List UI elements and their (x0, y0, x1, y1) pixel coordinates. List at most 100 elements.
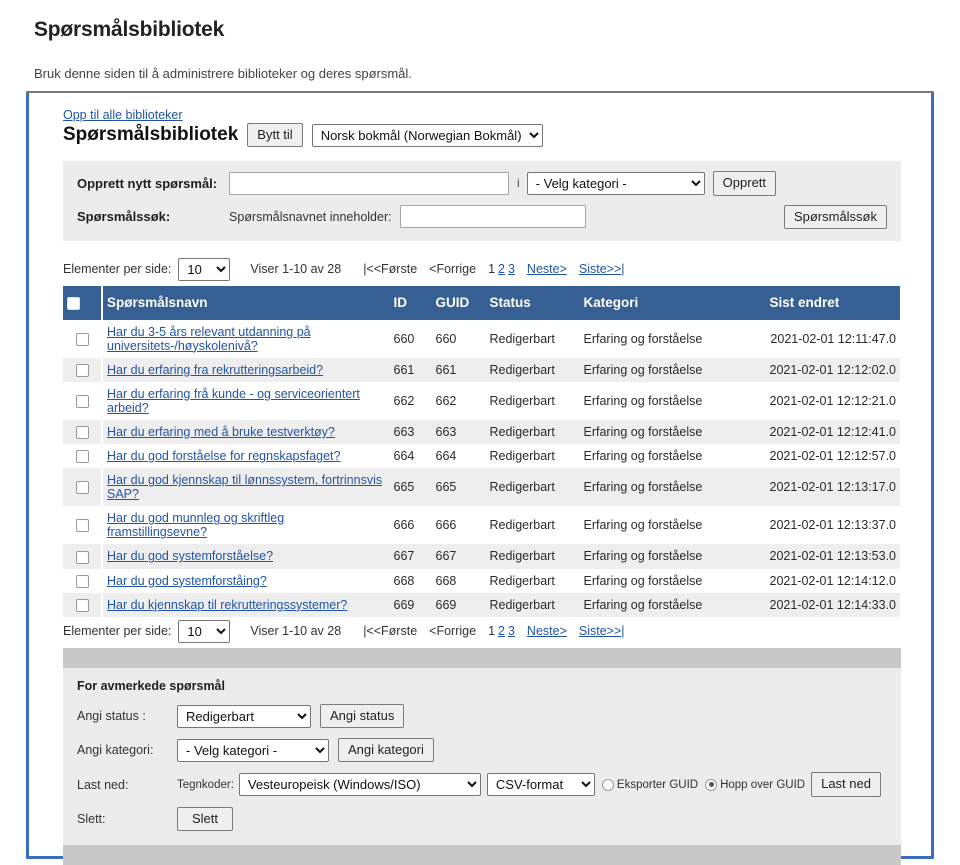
create-question-input[interactable] (229, 171, 509, 195)
question-guid-cell: 665 (435, 480, 457, 495)
row-select-checkbox[interactable] (75, 598, 89, 612)
question-category-cell: Erfaring og forståelse (583, 597, 703, 612)
bulk-actions-panel: For avmerkede spørsmål Angi status : Red… (63, 667, 901, 845)
showing-count-bottom: Viser 1-10 av 28 (250, 624, 342, 639)
row-select-checkbox[interactable] (75, 332, 89, 346)
question-id-cell: 661 (393, 362, 415, 377)
bulk-actions-title: For avmerkede spørsmål (77, 678, 225, 693)
row-select-cell (63, 568, 103, 593)
question-name-link[interactable]: Har du kjennskap til rekrutteringssystem… (107, 598, 347, 612)
question-name-link[interactable]: Har du erfaring med å bruke testverktøy? (107, 425, 335, 439)
question-name-link[interactable]: Har du god systemforståelse? (107, 549, 273, 563)
row-select-checkbox[interactable] (75, 363, 89, 377)
question-name-cell: Har du 3-5 års relevant utdanning på uni… (102, 320, 390, 358)
question-id-cell: 664 (393, 449, 415, 464)
per-page-select-top[interactable]: 10 (178, 257, 231, 281)
question-name-link[interactable]: Har du 3-5 års relevant utdanning på uni… (107, 325, 311, 353)
charset-label: Tegnkoder: (177, 778, 234, 791)
question-name-link[interactable]: Har du god systemforståing? (107, 574, 267, 588)
column-header-id[interactable]: ID (389, 285, 432, 320)
set-category-button[interactable]: Angi kategori (338, 738, 434, 763)
switch-to-button[interactable]: Bytt til (247, 123, 303, 148)
row-select-checkbox[interactable] (75, 550, 89, 564)
question-status-cell: Redigerbart (489, 597, 555, 612)
column-header-guid[interactable]: GUID (431, 285, 486, 320)
row-select-checkbox[interactable] (75, 519, 89, 533)
question-category-cell: Erfaring og forståelse (583, 518, 703, 533)
download-row: Last ned: Tegnkoder: Vesteuropeisk (Wind… (77, 772, 887, 797)
set-status-select[interactable]: Redigerbart (177, 704, 311, 728)
skip-guid-option[interactable]: Hopp over GUID (705, 778, 805, 791)
table-row: Har du erfaring med å bruke testverktøy?… (63, 419, 900, 445)
up-to-all-libraries-link[interactable]: Opp til alle biblioteker (63, 108, 183, 122)
page-number-3-top[interactable]: 3 (508, 262, 515, 276)
question-search-input[interactable] (399, 205, 586, 229)
export-guid-radio[interactable] (601, 778, 614, 791)
page-header: Spørsmålsbibliotek Bruk denne siden til … (0, 0, 960, 81)
per-page-label-top: Elementer per side: (63, 262, 172, 277)
download-button[interactable]: Last ned (811, 772, 881, 797)
set-status-button[interactable]: Angi status (320, 703, 405, 729)
format-select[interactable]: CSV-format (486, 773, 595, 797)
row-select-checkbox[interactable] (75, 574, 89, 588)
question-modified-cell: 2021-02-01 12:13:37.0 (769, 518, 897, 533)
question-category-cell: Erfaring og forståelse (583, 480, 703, 495)
create-category-select[interactable]: - Velg kategori - (526, 171, 705, 195)
language-select[interactable]: Norsk bokmål (Norwegian Bokmål) (311, 123, 543, 147)
question-name-link[interactable]: Har du god kjennskap til lønnssystem, fo… (107, 473, 382, 501)
row-select-cell (63, 357, 103, 382)
question-name-link[interactable]: Har du erfaring frå kunde - og serviceor… (107, 387, 360, 415)
table-row: Har du erfaring frå kunde - og serviceor… (63, 381, 900, 420)
last-page-bottom[interactable]: Siste>>| (579, 624, 625, 638)
question-name-cell: Har du god forståelse for regnskapsfaget… (102, 444, 390, 468)
question-modified-cell: 2021-02-01 12:14:12.0 (769, 573, 897, 588)
charset-select[interactable]: Vesteuropeisk (Windows/ISO) (238, 773, 481, 797)
question-name-link[interactable]: Har du erfaring fra rekrutteringsarbeid? (107, 363, 323, 377)
question-name-cell: Har du erfaring fra rekrutteringsarbeid? (102, 358, 390, 382)
row-select-checkbox[interactable] (75, 395, 89, 409)
question-name-link[interactable]: Har du god munnleg og skriftleg framstil… (107, 511, 284, 539)
row-select-checkbox[interactable] (75, 450, 89, 464)
page-number-1-top: 1 (488, 262, 496, 277)
bulk-actions-top-bar (63, 647, 901, 668)
select-all-checkbox[interactable] (67, 296, 80, 310)
question-guid-cell: 669 (435, 597, 457, 612)
page-number-2-top[interactable]: 2 (498, 262, 505, 276)
last-page-top[interactable]: Siste>>| (579, 262, 625, 276)
row-select-cell (63, 444, 103, 469)
question-status-cell: Redigerbart (489, 480, 555, 495)
next-page-bottom[interactable]: Neste> (527, 624, 567, 638)
page-numbers-bottom: 1 2 3 (488, 624, 515, 638)
table-row: Har du kjennskap til rekrutteringssystem… (63, 592, 900, 617)
column-header-status[interactable]: Status (485, 285, 580, 320)
row-select-checkbox[interactable] (75, 481, 89, 495)
set-category-select[interactable]: - Velg kategori - (177, 738, 329, 762)
question-category-cell: Erfaring og forståelse (583, 449, 703, 464)
question-status-cell: Redigerbart (489, 425, 555, 440)
skip-guid-radio[interactable] (705, 778, 718, 791)
table-row: Har du god forståelse for regnskapsfaget… (63, 444, 900, 469)
next-page-top[interactable]: Neste> (527, 262, 567, 276)
row-select-checkbox[interactable] (75, 426, 89, 440)
question-search-button[interactable]: Spørsmålssøk (783, 204, 887, 229)
page-number-3-bottom[interactable]: 3 (508, 624, 515, 638)
export-guid-option[interactable]: Eksporter GUID (601, 778, 699, 791)
in-word-label: i (517, 176, 520, 191)
library-title: Spørsmålsbibliotek (63, 124, 239, 146)
question-name-link[interactable]: Har du god forståelse for regnskapsfaget… (107, 449, 340, 463)
question-guid-cell: 666 (435, 518, 457, 533)
question-status-cell: Redigerbart (489, 393, 555, 408)
column-header-name[interactable]: Spørsmålsnavn (102, 285, 390, 320)
export-guid-label: Eksporter GUID (616, 778, 699, 791)
per-page-select-bottom[interactable]: 10 (178, 619, 231, 643)
create-button[interactable]: Opprett (712, 171, 777, 196)
pagination-top: Elementer per side: 10 Viser 1-10 av 28 … (63, 255, 901, 286)
page-subtitle: Bruk denne siden til å administrere bibl… (34, 66, 412, 81)
page-number-2-bottom[interactable]: 2 (498, 624, 505, 638)
table-row: Har du god kjennskap til lønnssystem, fo… (63, 468, 900, 507)
pagination-nav-bottom: |<<Første <Forrige 1 2 3 Neste> Siste>>| (363, 624, 624, 638)
column-header-category[interactable]: Kategori (579, 285, 766, 320)
delete-button[interactable]: Slett (177, 806, 234, 831)
column-header-modified[interactable]: Sist endret (765, 285, 900, 320)
question-status-cell: Redigerbart (489, 549, 555, 564)
